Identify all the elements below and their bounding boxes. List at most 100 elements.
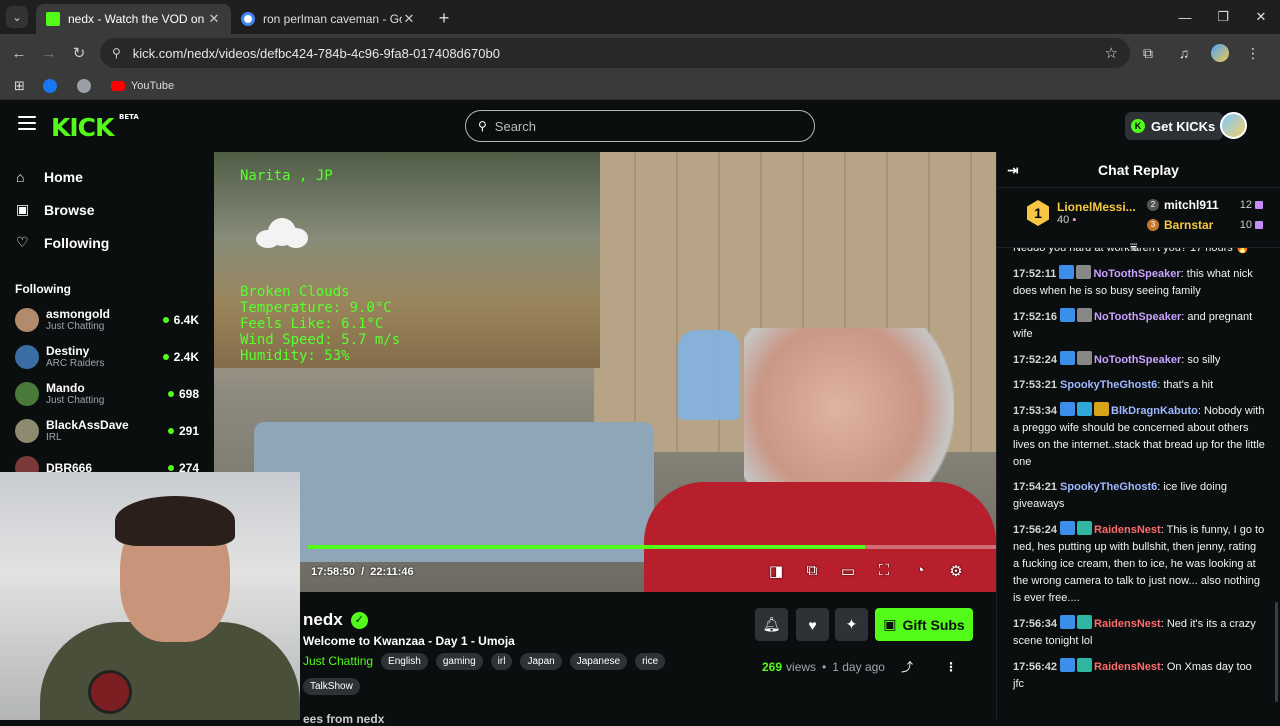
more-options-icon[interactable]: ⋮ [945, 660, 957, 674]
close-window-icon[interactable]: ✕ [1242, 9, 1280, 25]
gift-leaderboard: 1 LionelMessi... 40 ▪ 2 mitchl911 12 3 B… [997, 188, 1280, 254]
playback-speed-icon[interactable]: ◔ [902, 562, 938, 580]
kick-logo[interactable]: KICK BETA [51, 113, 139, 142]
minimize-icon[interactable]: — [1166, 10, 1204, 25]
hamburger-menu-icon[interactable] [18, 116, 36, 130]
user-avatar[interactable] [1220, 112, 1247, 139]
following-channel[interactable]: Destiny ARC Raiders 2.4K [0, 338, 214, 375]
bookmark-facebook[interactable] [42, 78, 63, 93]
tag-chip[interactable]: gaming [435, 653, 483, 670]
chat-username[interactable]: BlkDragnKabuto [1111, 405, 1198, 417]
url-field[interactable]: ⚲ kick.com/nedx/videos/defbc424-784b-4c9… [100, 38, 1130, 68]
leaderboard-second[interactable]: 2 mitchl911 12 [1147, 198, 1263, 212]
following-channel[interactable]: asmongold Just Chatting 6.4K [0, 301, 214, 338]
webcam-patch [88, 670, 132, 714]
chat-username[interactable]: SpookyTheGhost6 [1060, 379, 1157, 391]
collapse-chat-icon[interactable]: ⇥ [1007, 162, 1019, 179]
new-tab-button[interactable]: + [430, 4, 458, 32]
chat-username[interactable]: NoToothSpeaker [1093, 268, 1180, 280]
browser-tab-strip: ⌄ nedx - Watch the VOD on Kick ✕ ron per… [0, 0, 1280, 34]
seek-bar[interactable] [308, 545, 996, 549]
chat-badge-icon [1077, 402, 1093, 416]
site-info-icon[interactable]: ⚲ [112, 46, 121, 60]
tag-chip[interactable]: TalkShow [303, 678, 360, 695]
channel-avatar [15, 307, 39, 332]
message-timestamp: 17:56:34 [1013, 618, 1058, 630]
tag-chip[interactable]: Japanese [569, 653, 628, 670]
clip-icon[interactable]: ⧉ [794, 562, 830, 580]
get-kicks-label: Get KICKs [1151, 118, 1216, 134]
forward-icon[interactable]: → [34, 45, 64, 62]
facebook-icon [42, 78, 57, 93]
follow-button[interactable]: ♥ [796, 608, 829, 641]
bookmark-youtube[interactable]: YouTube [110, 80, 174, 92]
search-input[interactable]: ⚲ Search [465, 110, 815, 142]
seek-bar-progress [308, 545, 866, 549]
globe-icon [76, 78, 91, 93]
chat-username[interactable]: RaidensNest [1094, 618, 1161, 630]
rank-3-icon: 3 [1147, 219, 1159, 231]
gift-icon: ▪ [1072, 214, 1077, 226]
gift-subs-button[interactable]: ▣ Gift Subs [875, 608, 973, 641]
theater-mode-icon[interactable]: ◨ [758, 562, 794, 580]
chat-scrollbar[interactable] [1275, 602, 1278, 702]
browser-menu-icon[interactable]: ⋮ [1238, 45, 1268, 62]
tag-chip[interactable]: rice [635, 653, 666, 670]
settings-icon[interactable]: ⚙ [938, 562, 974, 580]
webcam-overlay [0, 472, 300, 720]
leaderboard-first[interactable]: 1 LionelMessi... 40 ▪ [1027, 200, 1136, 226]
restore-icon[interactable]: ❐ [1204, 9, 1242, 25]
video-player[interactable]: Narita , JP Broken Clouds Temperature: 9… [214, 152, 996, 592]
sparkle-button[interactable]: ✦ [835, 608, 868, 641]
duration: 22:11:46 [370, 566, 414, 578]
reload-icon[interactable]: ↻ [64, 44, 94, 62]
chat-username[interactable]: RaidensNest [1094, 524, 1161, 536]
share-icon[interactable]: ⤴ [901, 658, 913, 675]
vod-title: Welcome to Kwanzaa - Day 1 - Umoja [303, 634, 515, 648]
chat-username[interactable]: RaidensNest [1094, 661, 1161, 673]
following-channel[interactable]: BlackAssDave IRL 291 [0, 412, 214, 449]
channel-category: Just Chatting [46, 395, 105, 406]
leaderboard-name: Barnstar [1164, 218, 1214, 232]
weather-line: Wind Speed: 5.7 m/s [240, 332, 401, 348]
gift-icon [1255, 201, 1263, 209]
leaderboard-third[interactable]: 3 Barnstar 10 [1147, 218, 1263, 232]
category-link[interactable]: Just Chatting [303, 653, 373, 670]
nav-home[interactable]: ⌂ Home [0, 160, 214, 193]
close-tab-icon[interactable]: ✕ [207, 11, 221, 27]
tab-google[interactable]: ron perlman caveman - Google ✕ [231, 4, 426, 34]
beta-badge: BETA [119, 113, 139, 121]
streamer-name[interactable]: nedx ✓ [303, 610, 368, 630]
following-channel[interactable]: Mando Just Chatting 698 [0, 375, 214, 412]
channel-category: ARC Raiders [46, 358, 105, 369]
channel-avatar [15, 381, 39, 406]
nav-following[interactable]: ♡ Following [0, 226, 214, 259]
message-text: so silly [1187, 354, 1221, 366]
tag-chip[interactable]: English [381, 653, 428, 670]
search-placeholder: Search [494, 118, 536, 134]
tab-search-button[interactable]: ⌄ [6, 6, 28, 28]
notifications-button[interactable]: 🔔︎ [755, 608, 788, 641]
get-kicks-button[interactable]: K Get KICKs [1125, 112, 1224, 140]
bookmark-globe[interactable] [76, 78, 97, 93]
tag-chip[interactable]: Japan [520, 653, 562, 670]
message-timestamp: 17:52:11 [1013, 268, 1057, 280]
fullscreen-icon[interactable]: ⛶ [866, 562, 902, 580]
channel-info: asmongold Just Chatting [46, 307, 163, 332]
close-tab-icon[interactable]: ✕ [402, 11, 416, 27]
chat-username[interactable]: SpookyTheGhost6 [1060, 481, 1157, 493]
bookmark-star-icon[interactable]: ☆ [1105, 44, 1118, 62]
chat-username[interactable]: NoToothSpeaker [1094, 311, 1181, 323]
picture-in-picture-icon[interactable]: ▭ [830, 562, 866, 580]
tab-kick[interactable]: nedx - Watch the VOD on Kick ✕ [36, 4, 231, 34]
back-icon[interactable]: ← [4, 45, 34, 62]
message-timestamp: 17:52:24 [1013, 354, 1058, 366]
chat-username[interactable]: NoToothSpeaker [1094, 354, 1181, 366]
nav-browse[interactable]: ▣ Browse [0, 193, 214, 226]
tag-chip[interactable]: irl [490, 653, 513, 670]
weather-line: Humidity: 53% [240, 348, 350, 364]
apps-grid-icon[interactable]: ⊞ [14, 78, 25, 94]
profile-avatar[interactable] [1211, 44, 1229, 62]
media-controls-icon[interactable]: ♫ [1166, 45, 1202, 61]
extensions-icon[interactable]: ⧉ [1130, 45, 1166, 62]
